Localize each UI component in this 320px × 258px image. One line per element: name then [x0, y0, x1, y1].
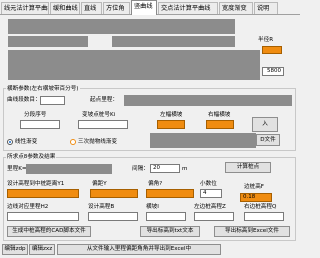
edit-zxz-button[interactable]: 编辑zxz — [29, 244, 55, 255]
masked-region-3 — [112, 36, 235, 47]
header-break-chainage: 变坡点桩号Ki — [82, 112, 116, 118]
tab-vertical-curve[interactable]: 竖曲线 — [131, 0, 157, 15]
left-slope-input[interactable] — [157, 120, 185, 129]
curve-segment-label: 曲线段数目： — [7, 97, 41, 103]
header-segment-index: 分段序号 — [24, 112, 47, 118]
tab-straight[interactable]: 直线 — [81, 2, 102, 14]
enter-button[interactable]: 入 — [252, 117, 278, 132]
masked-region-1 — [8, 19, 235, 34]
start-chainage-masked — [124, 95, 292, 106]
tab-transition-curve[interactable]: 缓和曲线 — [50, 2, 80, 14]
cross-section-title: 横断参数(左右横坡带百分号) — [6, 85, 80, 93]
design-elev-output — [88, 212, 138, 221]
file-button[interactable]: D文件 — [256, 134, 280, 146]
row2-label-design-elev: 设计高程B — [88, 204, 115, 210]
tab-intersection-method[interactable]: 交点法计算平曲线 — [158, 2, 218, 14]
angle-input[interactable] — [146, 189, 194, 198]
side-elev-label: 边桩高F — [244, 184, 264, 190]
right-slope-input[interactable] — [206, 120, 234, 129]
side-elev-input[interactable]: 0.18 — [240, 193, 272, 202]
radio-linear[interactable]: 线性渐变 — [7, 138, 37, 146]
row2-label-right-side: 右边桩高程Q — [244, 204, 277, 210]
radio-linear-label: 线性渐变 — [14, 139, 38, 145]
calc-title: 所求点8参数及结果 — [6, 153, 57, 161]
row1-label-angle: 偏角? — [148, 181, 163, 187]
chainage-masked — [26, 164, 112, 174]
offset-input[interactable] — [90, 189, 138, 198]
radius-value-field[interactable]: 5800 — [262, 67, 284, 76]
interval-input[interactable]: 20 — [150, 164, 180, 173]
radius-orange-field[interactable] — [262, 46, 282, 54]
decimal-input[interactable]: 4 — [200, 189, 222, 198]
tab-width-transition[interactable]: 宽度渐变 — [219, 2, 253, 14]
segment-index-input[interactable] — [20, 120, 60, 129]
interval-unit: m — [182, 166, 188, 172]
curve-segment-input[interactable] — [40, 96, 65, 105]
edit-zdp-button[interactable]: 编辑zdp — [2, 244, 28, 255]
gen-cad-button[interactable]: 生成中桩高程的CAD脚本文件 — [7, 226, 91, 237]
radio-cubic[interactable]: 三次抛物线渐变 — [70, 138, 117, 146]
y1-input[interactable] — [7, 189, 79, 198]
row1-label-offset: 偏距Y — [92, 181, 107, 187]
tab-bar: 线元法计算平曲线 缓和曲线 直线 方位角 竖曲线 交点法计算平曲线 宽度渐变 说… — [0, 0, 300, 15]
break-chainage-input[interactable] — [78, 120, 128, 129]
import-file-button[interactable]: 从文件输入里程偏距角角并导出到Excel中 — [57, 244, 221, 255]
left-side-output — [194, 212, 234, 221]
row2-label-left-side: 左边桩高程Z — [194, 204, 226, 210]
tab-help[interactable]: 说明 — [254, 2, 278, 14]
row1-label-decimal: 小数位 — [200, 181, 217, 187]
start-chainage-label: 起点里程： — [90, 97, 118, 103]
radius-label: 半径R — [258, 37, 274, 43]
row2-label-h2: 边线对应里程H2 — [7, 204, 49, 210]
masked-region-5 — [150, 133, 256, 148]
header-right-slope: 右幅横坡 — [208, 112, 231, 118]
row2-label-slope: 横坡I — [146, 204, 159, 210]
radio-linear-indicator[interactable] — [7, 138, 13, 145]
header-left-slope: 左幅横坡 — [160, 112, 183, 118]
chainage-label: 里程K= — [7, 166, 27, 172]
masked-region-4 — [8, 50, 260, 80]
row1-label-y1: 设计高程到中桩距离Y1 — [7, 181, 65, 187]
tab-line-element[interactable]: 线元法计算平曲线 — [1, 2, 49, 14]
right-side-output — [244, 212, 284, 221]
calc-point-button[interactable]: 计算桩点 — [225, 162, 271, 173]
masked-region-2 — [8, 36, 88, 47]
radio-cubic-label: 三次抛物线渐变 — [77, 139, 118, 145]
slope-output — [146, 212, 186, 221]
interval-label: 间隔： — [132, 166, 149, 172]
export-excel-button[interactable]: 导出标高到Excel文件 — [214, 226, 290, 237]
export-txt-button[interactable]: 导出标高到txt文本 — [140, 226, 200, 237]
tab-azimuth[interactable]: 方位角 — [103, 2, 130, 14]
h2-output — [7, 212, 79, 221]
radio-cubic-indicator[interactable] — [70, 138, 76, 145]
